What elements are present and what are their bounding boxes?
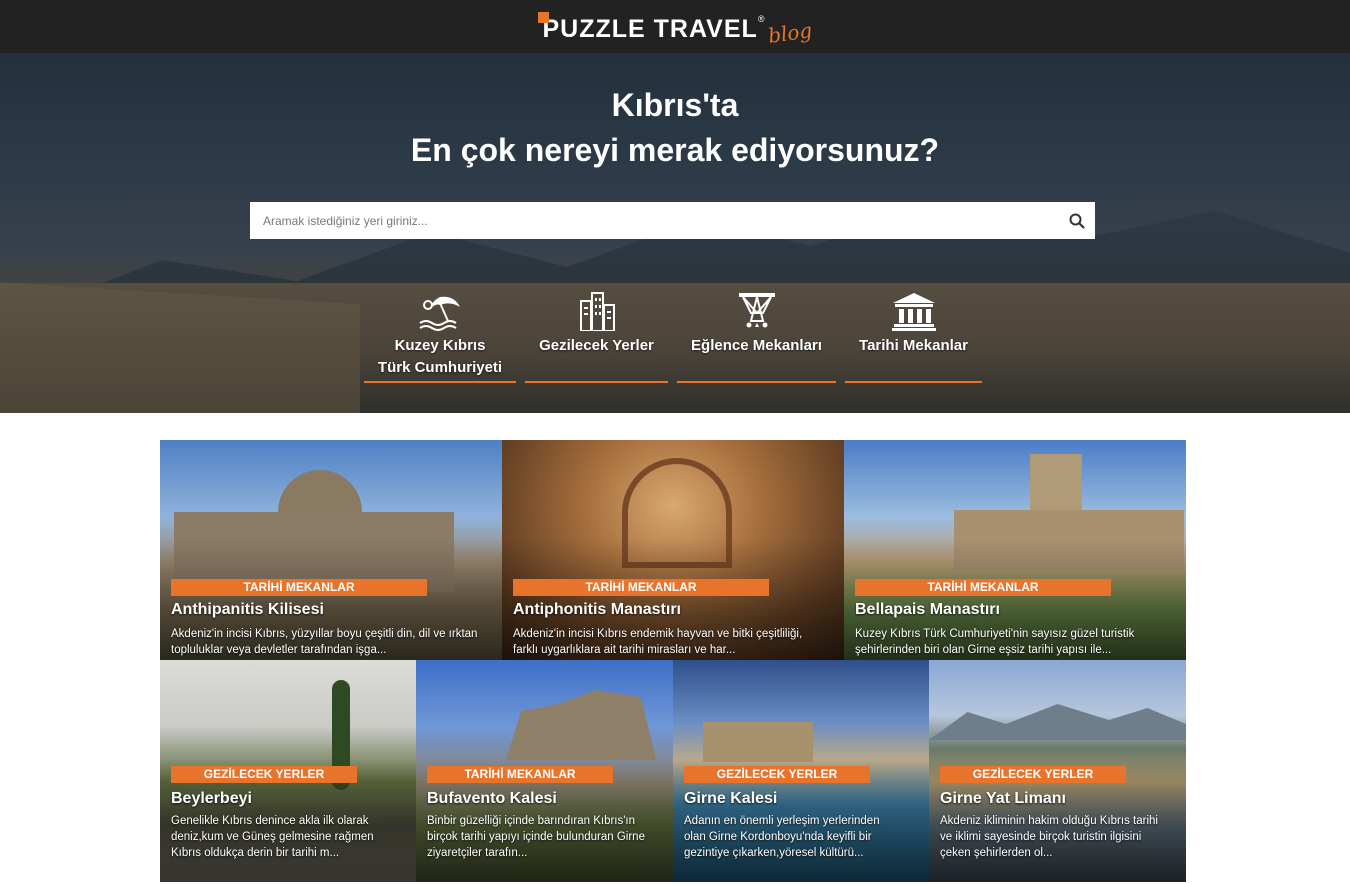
museum-icon [891, 283, 937, 331]
category-label: Kuzey Kıbrıs Türk Cumhuriyeti [377, 337, 503, 376]
post-category-badge[interactable]: TARİHİ MEKANLAR [513, 579, 769, 596]
post-title[interactable]: Bufavento Kalesi [427, 790, 557, 808]
logo-brand: PUZZLE TRAVEL [542, 14, 758, 43]
hero-banner: Kıbrıs'ta En çok nereyi merak ediyorsunu… [0, 53, 1350, 413]
post-excerpt: Akdeniz ikliminin hakim olduğu Kıbrıs ta… [940, 815, 1158, 859]
category-gezilecek-yerler[interactable]: Gezilecek Yerler [525, 283, 668, 383]
hero-title-line2: En çok nereyi merak ediyorsunuz? [410, 132, 940, 168]
category-label: Eğlence Mekanları [691, 337, 822, 354]
category-kktc[interactable]: Kuzey Kıbrıs Türk Cumhuriyeti [364, 283, 516, 383]
post-excerpt: Genelikle Kıbrıs denince akla ilk olarak… [171, 815, 374, 859]
post-category-badge[interactable]: GEZİLECEK YERLER [940, 766, 1126, 783]
top-bar: PUZZLE TRAVEL ® blog [0, 0, 1350, 53]
hero-title-line1: Kıbrıs'ta [611, 87, 739, 123]
post-excerpt: Akdeniz'in incisi Kıbrıs, yüzyıllar boyu… [171, 628, 478, 656]
post-category-badge[interactable]: TARİHİ MEKANLAR [171, 579, 427, 596]
beach-umbrella-icon [418, 283, 462, 331]
category-tarihi-mekanlar[interactable]: Tarihi Mekanlar [845, 283, 982, 383]
category-underline [677, 381, 836, 383]
post-title[interactable]: Antiphonitis Manastırı [513, 601, 681, 619]
post-excerpt: Akdeniz'in incisi Kıbrıs endemik hayvan … [513, 628, 803, 656]
post-title[interactable]: Girne Kalesi [684, 790, 777, 808]
post-card-bellapais[interactable]: TARİHİ MEKANLAR Bellapais Manastırı Kuze… [844, 440, 1186, 660]
category-label: Gezilecek Yerler [539, 337, 654, 354]
post-title[interactable]: Anthipanitis Kilisesi [171, 601, 324, 619]
post-excerpt: Kuzey Kıbrıs Türk Cumhuriyeti'nin sayısı… [855, 628, 1135, 656]
post-card-antiphonitis[interactable]: TARİHİ MEKANLAR Antiphonitis Manastırı A… [502, 440, 844, 660]
post-card-girne-yat-limani[interactable]: GEZİLECEK YERLER Girne Yat Limanı Akdeni… [929, 660, 1186, 882]
post-category-badge[interactable]: GEZİLECEK YERLER [684, 766, 870, 783]
search-input[interactable] [250, 202, 1059, 239]
category-underline [525, 381, 668, 383]
site-logo[interactable]: PUZZLE TRAVEL ® blog [537, 10, 814, 47]
category-label: Tarihi Mekanlar [859, 337, 968, 354]
post-category-badge[interactable]: GEZİLECEK YERLER [171, 766, 357, 783]
search-bar [250, 202, 1095, 239]
category-eglence-mekanlari[interactable]: Eğlence Mekanları [677, 283, 836, 383]
post-title[interactable]: Girne Yat Limanı [940, 790, 1066, 808]
post-card-beylerbeyi[interactable]: GEZİLECEK YERLER Beylerbeyi Genelikle Kı… [160, 660, 416, 882]
post-category-badge[interactable]: TARİHİ MEKANLAR [855, 579, 1111, 596]
city-buildings-icon [577, 283, 617, 331]
search-icon[interactable] [1059, 202, 1095, 239]
category-underline [845, 381, 982, 383]
post-card-bufavento[interactable]: TARİHİ MEKANLAR Bufavento Kalesi Binbir … [416, 660, 673, 882]
logo-registered: ® [757, 13, 765, 24]
post-title[interactable]: Beylerbeyi [171, 790, 252, 808]
post-title[interactable]: Bellapais Manastırı [855, 601, 1000, 619]
stage-lights-icon [737, 283, 777, 331]
post-card-anthipanitis[interactable]: TARİHİ MEKANLAR Anthipanitis Kilisesi Ak… [160, 440, 502, 660]
post-excerpt: Binbir güzelliği içinde barındıran Kıbrı… [427, 815, 645, 859]
logo-mark-icon [537, 11, 549, 23]
post-excerpt: Adanın en önemli yerleşim yerlerinden ola… [684, 815, 880, 859]
logo-blog-suffix: blog [766, 17, 814, 48]
category-underline [364, 381, 516, 383]
post-category-badge[interactable]: TARİHİ MEKANLAR [427, 766, 613, 783]
post-card-girne-kalesi[interactable]: GEZİLECEK YERLER Girne Kalesi Adanın en … [673, 660, 929, 882]
